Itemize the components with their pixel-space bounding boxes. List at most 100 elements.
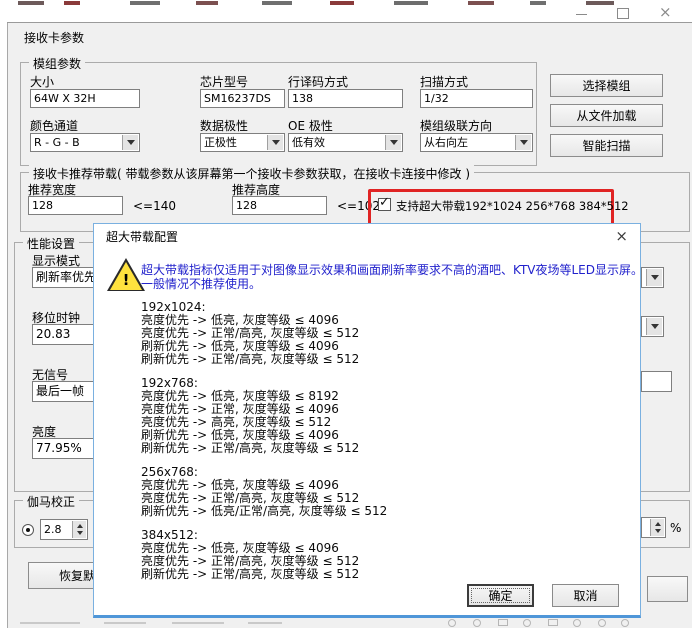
chip-input[interactable]: SM16237DS	[200, 89, 285, 108]
chip-label: 芯片型号	[200, 73, 248, 90]
exclamation-glyph: !	[107, 271, 145, 289]
chevron-down-icon[interactable]	[646, 318, 662, 335]
maximize-icon[interactable]	[617, 8, 629, 19]
gamma-radio[interactable]	[22, 524, 34, 536]
chevron-down-icon[interactable]	[267, 135, 283, 150]
decorative-mark	[130, 1, 160, 5]
decorative-mark	[394, 1, 428, 5]
data-polarity-label: 数据极性	[200, 117, 248, 134]
spinner-arrows-icon[interactable]	[72, 521, 86, 538]
spec-line: 刷新优先 -> 低亮/正常/高亮, 灰度等级 ≤ 512	[141, 505, 387, 518]
color-channel-label: 颜色通道	[30, 117, 78, 134]
size-input[interactable]: 64W X 32H	[30, 89, 140, 108]
performance-group-title: 性能设置	[23, 235, 79, 252]
ok-button[interactable]: 确定	[467, 584, 534, 607]
spec-line: 刷新优先 -> 正常/高亮, 灰度等级 ≤ 512	[141, 353, 387, 366]
decorative-mark	[468, 1, 494, 5]
minimize-icon[interactable]	[576, 14, 587, 15]
chevron-down-icon[interactable]	[385, 135, 401, 150]
row-decode-label: 行译码方式	[288, 73, 348, 90]
titlebar	[0, 0, 692, 22]
warning-icon: !	[107, 258, 145, 291]
select-module-button[interactable]: 选择模组	[550, 74, 663, 97]
toolbar-icon	[621, 619, 629, 627]
spec-section-256x768: 256x768: 亮度优先 -> 低亮, 灰度等级 ≤ 4096 亮度优先 ->…	[141, 466, 387, 518]
percent-suffix: %	[670, 521, 681, 535]
window-border	[0, 22, 692, 23]
dialog-title: 超大带载配置	[106, 224, 178, 250]
warning-text: 超大带载指标仅适用于对图像显示效果和画面刷新率要求不高的酒吧、KTV夜场等LED…	[141, 263, 643, 291]
toolbar-icon	[598, 619, 606, 627]
toolbar-icon	[473, 619, 481, 627]
warning-line-1: 超大带载指标仅适用于对图像显示效果和画面刷新率要求不高的酒吧、KTV夜场等LED…	[141, 263, 643, 277]
close-icon[interactable]: ×	[659, 3, 672, 21]
chevron-down-icon[interactable]	[515, 135, 531, 150]
decorative-mark	[196, 1, 218, 5]
decorative-mark	[586, 1, 614, 5]
no-signal-value: 最后一帧	[36, 384, 84, 398]
decorative-mark	[104, 622, 146, 624]
app-window: × 接收卡参数 模组参数 大小 64W X 32H 芯片型号 SM16237DS…	[0, 0, 692, 628]
chevron-down-icon[interactable]	[122, 135, 138, 150]
gamma-group-title: 伽马校正	[23, 493, 79, 510]
data-polarity-value: 正极性	[204, 136, 237, 149]
spinner-fragment[interactable]	[641, 517, 666, 538]
super-load-checkbox-label: 支持超大带载192*1024 256*768 384*512	[396, 198, 629, 214]
warning-line-2: 一般情况不推荐使用。	[141, 277, 643, 291]
toolbar-icon	[548, 619, 558, 626]
toolbar-icon	[498, 619, 508, 626]
recommended-width-limit: <=140	[133, 199, 176, 213]
toolbar-icon	[448, 619, 456, 627]
cascade-select[interactable]: 从右向左	[420, 133, 533, 152]
oe-polarity-select[interactable]: 低有效	[288, 133, 403, 152]
cascade-label: 模组级联方向	[420, 117, 492, 134]
decorative-mark	[330, 1, 354, 5]
recommended-load-group-title: 接收卡推荐带载( 带载参数从该屏幕第一个接收卡参数获取，在接收卡连接中修改 )	[29, 165, 474, 182]
toolbar-icon	[523, 619, 531, 627]
color-channel-value: R - G - B	[34, 136, 80, 149]
combobox-fragment[interactable]	[641, 316, 664, 337]
radio-dot	[26, 528, 30, 532]
decorative-mark	[18, 1, 44, 5]
module-params-group-title: 模组参数	[29, 55, 85, 72]
color-channel-select[interactable]: R - G - B	[30, 133, 140, 152]
decorative-mark	[172, 622, 224, 624]
cancel-button[interactable]: 取消	[552, 584, 619, 607]
panel-border	[7, 23, 8, 628]
page-title: 接收卡参数	[24, 29, 84, 46]
smart-scan-button[interactable]: 智能扫描	[550, 134, 663, 157]
spec-line: 刷新优先 -> 正常/高亮, 灰度等级 ≤ 512	[141, 442, 387, 455]
dialog-close-icon[interactable]: ×	[615, 228, 628, 244]
cascade-value: 从右向左	[424, 136, 468, 149]
spinner-arrows-icon[interactable]	[650, 519, 664, 536]
spec-section-384x512: 384x512: 亮度优先 -> 低亮, 灰度等级 ≤ 4096 亮度优先 ->…	[141, 529, 387, 581]
combobox-fragment[interactable]	[641, 267, 664, 288]
decorative-mark	[248, 622, 282, 624]
oe-polarity-label: OE 极性	[288, 117, 333, 134]
decorative-mark	[530, 1, 546, 5]
gamma-spinner[interactable]: 2.8	[40, 519, 88, 540]
size-label: 大小	[30, 73, 54, 90]
row-decode-input[interactable]: 138	[288, 89, 403, 108]
decorative-mark	[20, 622, 80, 624]
textbox-fragment[interactable]	[641, 371, 672, 392]
checkmark-icon: ✓	[379, 195, 390, 210]
spec-section-192x1024: 192x1024: 亮度优先 -> 低亮, 灰度等级 ≤ 4096 亮度优先 -…	[141, 301, 387, 366]
data-polarity-select[interactable]: 正极性	[200, 133, 285, 152]
super-load-dialog: 超大带载配置 × ! 超大带载指标仅适用于对图像显示效果和画面刷新率要求不高的酒…	[93, 223, 641, 618]
oe-polarity-value: 低有效	[292, 136, 325, 149]
scan-mode-input[interactable]: 1/32	[420, 89, 533, 108]
load-from-file-button[interactable]: 从文件加载	[550, 104, 663, 127]
decorative-mark	[262, 1, 292, 5]
button-fragment[interactable]	[647, 576, 688, 602]
chevron-down-icon[interactable]	[646, 269, 662, 286]
spec-line: 刷新优先 -> 正常/高亮, 灰度等级 ≤ 512	[141, 568, 387, 581]
spec-section-192x768: 192x768: 亮度优先 -> 低亮, 灰度等级 ≤ 8192 亮度优先 ->…	[141, 377, 387, 455]
display-mode-value: 刷新率优先	[36, 270, 96, 284]
window-margin	[0, 22, 7, 628]
recommended-width-input[interactable]: 128	[28, 196, 123, 215]
toolbar-icon	[573, 619, 581, 627]
load-spec-list: 192x1024: 亮度优先 -> 低亮, 灰度等级 ≤ 4096 亮度优先 -…	[141, 301, 387, 592]
super-load-checkbox[interactable]: ✓	[378, 198, 391, 211]
recommended-height-input[interactable]: 128	[232, 196, 327, 215]
